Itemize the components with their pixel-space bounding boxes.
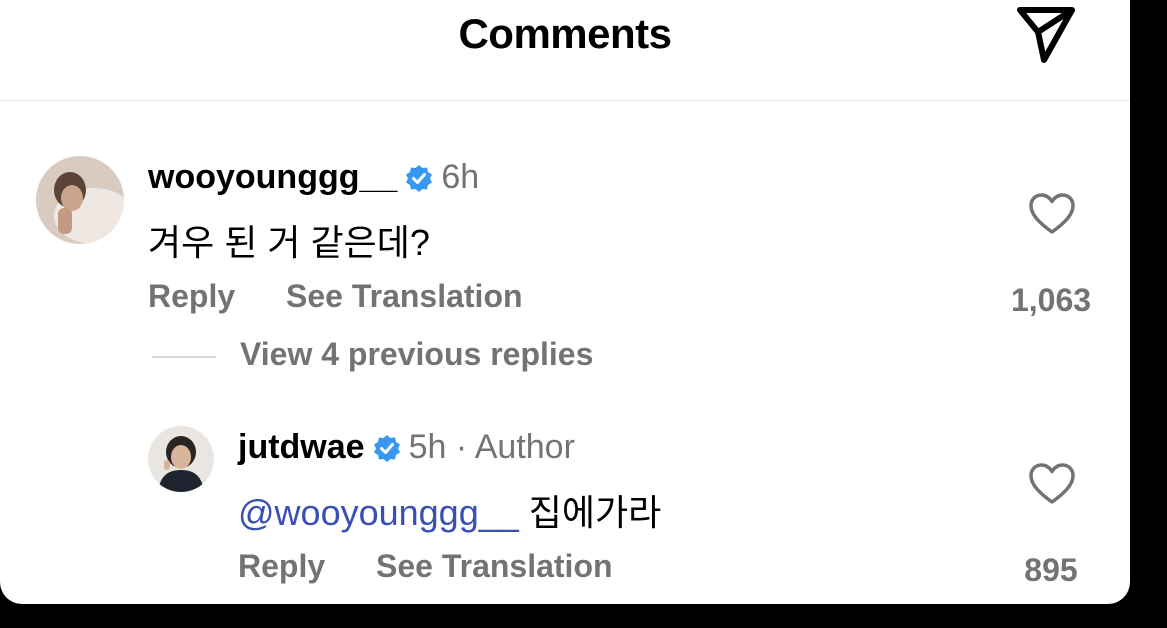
view-replies-button[interactable]: View 4 previous replies [240, 336, 593, 373]
reply-item: jutdwae 5h · Author @wooyounggg__ 집에가라 R… [0, 380, 1130, 604]
comment-item: wooyounggg__ 6h 겨우 된 거 같은데? Reply See Tr… [0, 0, 1130, 380]
verified-badge-icon [406, 164, 433, 192]
comment-header: wooyounggg__ 6h [148, 158, 479, 197]
see-translation-button[interactable]: See Translation [286, 278, 523, 315]
avatar[interactable] [148, 426, 214, 492]
comment-username[interactable]: wooyounggg__ [148, 158, 397, 197]
reply-button[interactable]: Reply [238, 548, 325, 585]
comments-sheet: Comments wooyounggg__ 6h 겨우 된 거 같은데? Rep… [0, 0, 1130, 604]
reply-time: 5h · Author [408, 428, 575, 466]
avatar[interactable] [36, 156, 124, 244]
see-translation-button[interactable]: See Translation [376, 548, 613, 585]
reply-header: jutdwae 5h · Author [238, 428, 575, 467]
like-count: 895 [1024, 552, 1078, 588]
reply-button[interactable]: Reply [148, 278, 235, 315]
comment-time: 6h [441, 158, 480, 196]
verified-badge-icon [373, 434, 400, 462]
heart-icon[interactable] [1028, 462, 1076, 506]
mention-link[interactable]: @wooyounggg__ [238, 492, 519, 533]
like-count: 1,063 [1010, 282, 1092, 318]
reply-username[interactable]: jutdwae [238, 428, 365, 467]
reply-text: @wooyounggg__ 집에가라 [238, 484, 661, 536]
replies-divider [152, 356, 216, 358]
comment-text: 겨우 된 거 같은데? [148, 222, 430, 263]
reply-body: 집에가라 [518, 492, 662, 533]
heart-icon[interactable] [1028, 192, 1076, 236]
